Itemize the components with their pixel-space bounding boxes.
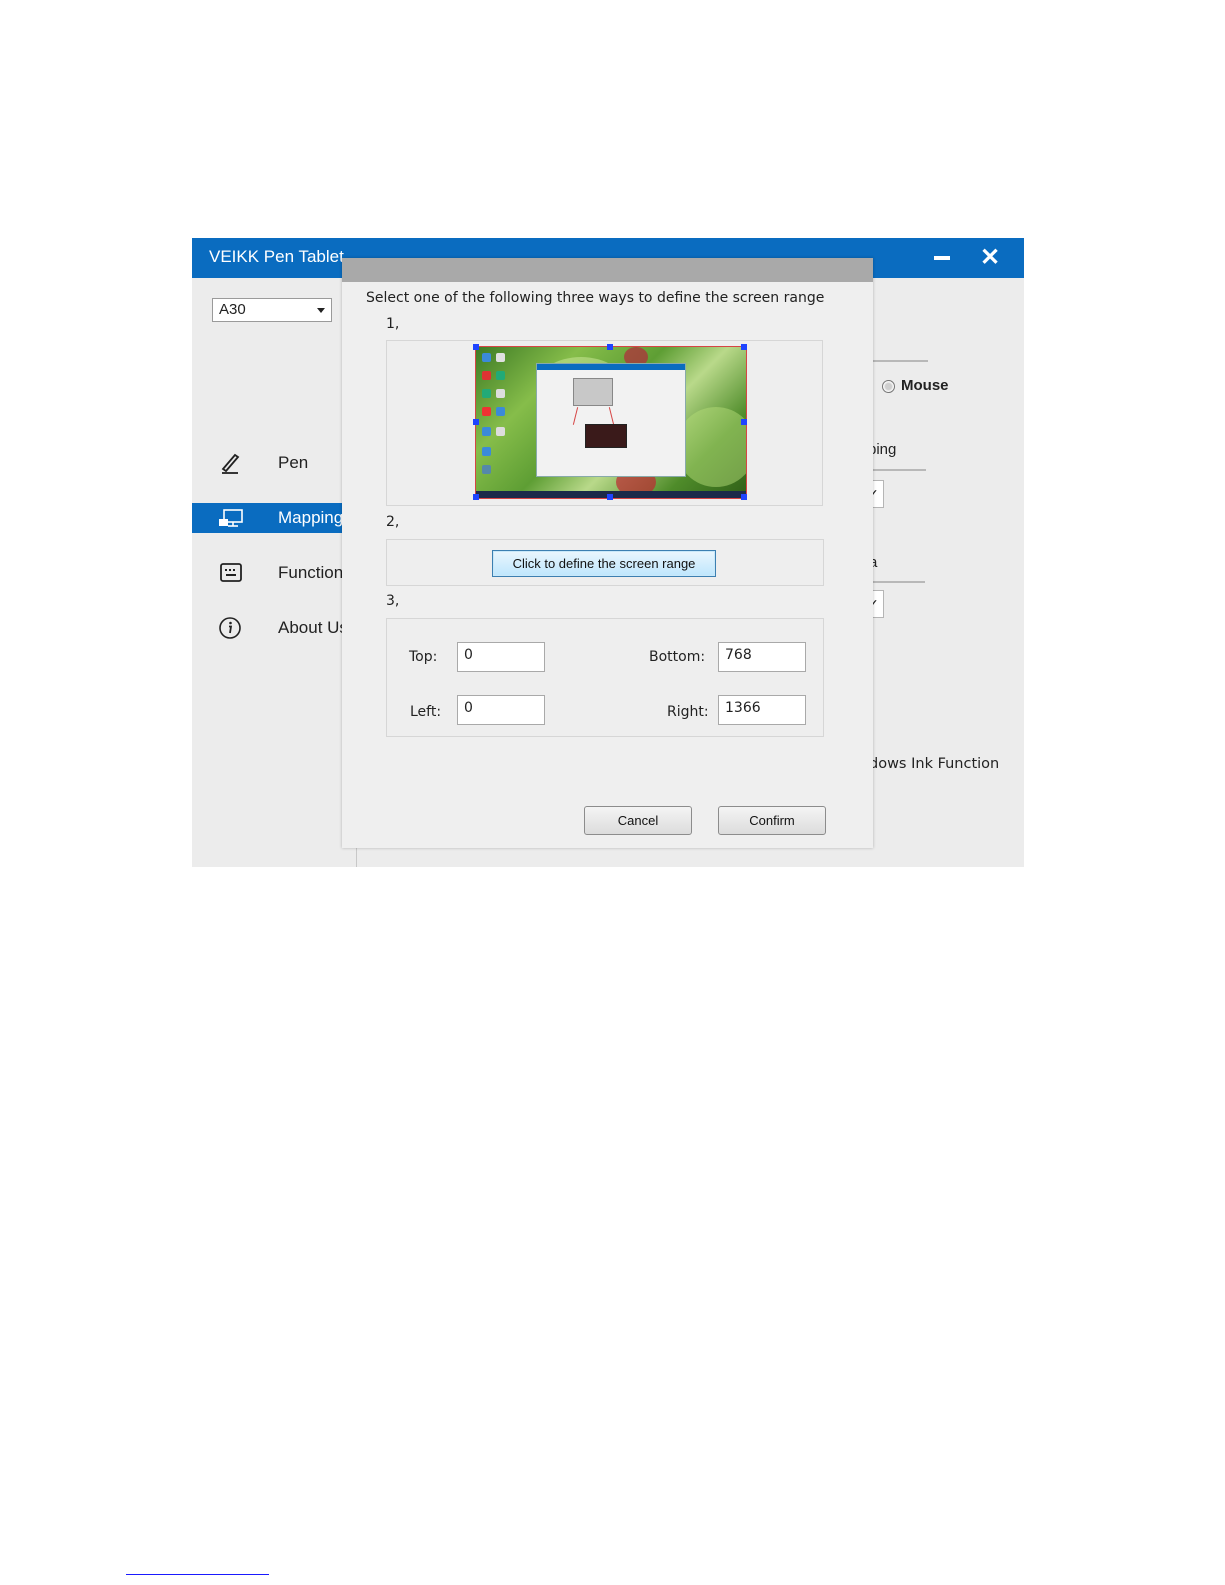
sidebar-item-label: Pen [278, 453, 309, 472]
sidebar-item-about-us[interactable]: About Us [192, 613, 356, 643]
mouse-radio[interactable] [882, 380, 895, 393]
device-dropdown[interactable]: A30 [212, 298, 332, 322]
confirm-button[interactable]: Confirm [718, 806, 826, 835]
sidebar-item-function[interactable]: Function [192, 558, 356, 588]
screen-range-preview[interactable] [475, 346, 747, 499]
sidebar-item-label: Function [278, 563, 344, 582]
left-label: Left: [410, 704, 442, 720]
resize-handle[interactable] [607, 344, 613, 350]
resize-handle[interactable] [741, 419, 747, 425]
mouse-label: Mouse [901, 377, 949, 394]
right-input[interactable]: 1366 [718, 695, 806, 725]
footnote-rule [126, 1574, 269, 1575]
step-1-label: 1, [386, 316, 400, 332]
step-2-group: Click to define the screen range [386, 539, 824, 586]
device-dropdown-value: A30 [219, 301, 246, 318]
resize-handle[interactable] [741, 344, 747, 350]
sidebar-item-label: About Us [278, 618, 348, 637]
mini-app-window [536, 363, 686, 477]
resize-handle[interactable] [473, 419, 479, 425]
resize-handle[interactable] [741, 494, 747, 500]
resize-handle[interactable] [473, 494, 479, 500]
top-input[interactable]: 0 [457, 642, 545, 672]
window-title: VEIKK Pen Tablet [209, 247, 344, 266]
windows-ink-label: dows Ink Function [869, 756, 1000, 772]
section-divider [865, 469, 926, 471]
resize-handle[interactable] [607, 494, 613, 500]
resize-handle[interactable] [473, 344, 479, 350]
right-label: Right: [667, 704, 709, 720]
screen-range-dialog: Select one of the following three ways t… [342, 258, 873, 848]
left-input[interactable]: 0 [457, 695, 545, 725]
sidebar-item-pen[interactable]: Pen [192, 448, 356, 478]
sidebar-item-label: Mapping [278, 508, 344, 527]
minimize-button[interactable] [934, 256, 950, 260]
bottom-input[interactable]: 768 [718, 642, 806, 672]
dialog-instruction: Select one of the following three ways t… [366, 290, 825, 306]
cancel-button[interactable]: Cancel [584, 806, 692, 835]
top-label: Top: [409, 649, 438, 665]
section-divider [865, 581, 925, 583]
dropdown-arrow-icon [317, 308, 325, 313]
step-2-label: 2, [386, 514, 400, 530]
dialog-header [342, 258, 873, 282]
close-button[interactable]: ✕ [978, 246, 1002, 270]
info-icon [219, 617, 241, 639]
define-screen-range-button[interactable]: Click to define the screen range [492, 550, 716, 577]
step-3-label: 3, [386, 593, 400, 609]
section-divider [865, 360, 928, 362]
sidebar-item-mapping[interactable]: Mapping [192, 503, 356, 533]
monitor-icon [219, 509, 243, 527]
pen-icon [221, 453, 240, 474]
bottom-label: Bottom: [649, 649, 706, 665]
step-1-group [386, 340, 823, 506]
step-3-group: Top: 0 Bottom: 768 Left: 0 Right: 1366 [386, 618, 824, 737]
keyboard-icon [220, 563, 242, 582]
